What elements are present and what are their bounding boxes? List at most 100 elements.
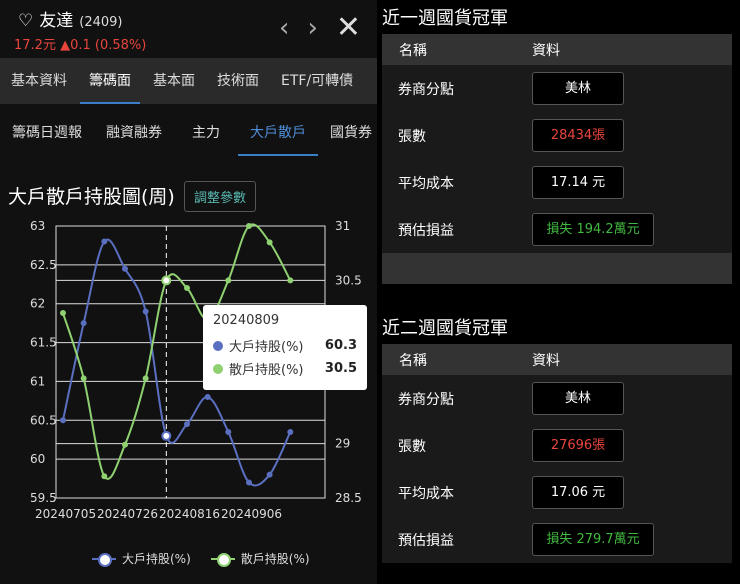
big-holders-point	[80, 320, 87, 327]
big-holders-point	[287, 428, 294, 435]
tab-basic-info[interactable]: 基本資料	[0, 58, 78, 104]
table-row: 平均成本 17.06 元	[382, 469, 732, 516]
row-label: 張數	[398, 128, 426, 145]
week1-title: 近一週國貨冠軍	[382, 8, 508, 29]
tab-fundamentals[interactable]: 基本面	[142, 58, 206, 104]
row-label: 預估損益	[398, 532, 454, 549]
big-holders-point	[142, 308, 149, 315]
col-name-header: 名稱	[399, 42, 427, 59]
subtab-weekly[interactable]: 籌碼日週報	[0, 110, 94, 156]
row-label: 券商分點	[398, 81, 454, 98]
chart-tooltip: 20240809 大戶持股(%) 60.3 散戶持股(%) 30.5	[203, 305, 367, 390]
sub-tabs: 籌碼日週報 融資融券 主力 大戶散戶 國貨券	[0, 110, 377, 156]
stock-name: 友達	[39, 11, 74, 31]
big-holders-point	[101, 238, 108, 245]
table-row: 預估損益 損失 279.7萬元	[382, 516, 732, 563]
heart-outline-icon[interactable]: ♡	[18, 11, 33, 31]
subtab-national[interactable]: 國貨券	[318, 110, 377, 156]
row-value: 17.14 元	[532, 166, 624, 199]
table-row: 張數 27696張	[382, 422, 732, 469]
tab-etf[interactable]: ETF/可轉債	[270, 58, 364, 104]
row-value: 美林	[532, 72, 624, 105]
big-holders-point	[183, 421, 190, 428]
x-tick-label: 20240726	[97, 507, 158, 521]
tooltip-date: 20240809	[213, 313, 280, 328]
y-left-tick-label: 61.5	[30, 336, 57, 350]
series-dot-icon	[213, 340, 223, 351]
legend-marker-icon	[92, 552, 116, 567]
legend-item-small-holders[interactable]: 散戶持股(%)	[210, 550, 310, 567]
small-holders-point	[60, 310, 66, 317]
tooltip-label: 散戶持股(%)	[229, 363, 304, 378]
small-holders-point	[142, 375, 149, 382]
table-row: 券商分點 美林	[382, 375, 732, 422]
small-holders-point	[287, 277, 294, 284]
small-holders-point	[183, 285, 190, 292]
header-controls: ‹ › ✕	[279, 10, 361, 45]
x-tick-label: 20240906	[221, 507, 282, 521]
tooltip-value: 30.5	[324, 361, 357, 376]
row-value: 損失 279.7萬元	[532, 523, 654, 556]
row-value: 美林	[532, 382, 624, 415]
right-panel: 近一週國貨冠軍 名稱 資料 券商分點 美林 張數 28434張 平均成本 17.…	[377, 0, 740, 584]
row-label: 券商分點	[398, 391, 454, 408]
small-holders-point	[121, 441, 128, 448]
y-left-tick-label: 61	[30, 374, 45, 388]
big-holders-point	[266, 471, 273, 478]
subtab-main-force[interactable]: 主力	[174, 110, 238, 156]
tooltip-row: 散戶持股(%) 30.5	[213, 357, 357, 380]
row-label: 平均成本	[398, 485, 454, 502]
row-label: 預估損益	[398, 222, 454, 239]
tooltip-label: 大戶持股(%)	[229, 340, 304, 355]
left-panel: ♡ 友達 (2409) 17.2元 ▲0.1 (0.58%) ‹ › ✕ 基本資…	[0, 0, 377, 584]
series-dot-icon	[213, 363, 223, 374]
chart-title: 大戶散戶持股圖(周)	[8, 186, 175, 208]
table-row: 張數 28434張	[382, 112, 732, 159]
small-holders-point	[266, 239, 273, 246]
small-holders-point	[225, 277, 232, 284]
row-value: 28434張	[532, 119, 624, 152]
legend-label: 大戶持股(%)	[122, 552, 191, 566]
small-holders-point	[80, 375, 87, 382]
small-holders-point	[101, 473, 108, 480]
stock-change: ▲0.1 (0.58%)	[60, 38, 147, 53]
adjust-params-button[interactable]: 調整參數	[184, 181, 257, 212]
y-right-tick-label: 29	[335, 437, 350, 451]
y-right-tick-label: 30.5	[335, 273, 362, 287]
row-value: 損失 194.2萬元	[532, 213, 654, 246]
y-left-tick-label: 62.5	[30, 258, 57, 272]
stock-price-line: 17.2元 ▲0.1 (0.58%)	[14, 34, 146, 53]
legend-marker-icon	[210, 552, 235, 567]
stock-title: ♡ 友達 (2409)	[18, 6, 122, 31]
table-row: 平均成本 17.14 元	[382, 159, 732, 206]
y-right-tick-label: 28.5	[335, 491, 362, 505]
table-header: 名稱 資料	[382, 344, 732, 375]
table-footer	[382, 253, 732, 284]
subtab-margin[interactable]: 融資融券	[94, 110, 174, 156]
main-tabs: 基本資料 籌碼面 基本面 技術面 ETF/可轉債	[0, 58, 377, 104]
big-holders-point	[204, 393, 211, 400]
week2-title: 近二週國貨冠軍	[382, 318, 508, 339]
subtab-big-small-holders[interactable]: 大戶散戶	[238, 110, 318, 156]
tooltip-value: 60.3	[324, 338, 357, 353]
y-left-tick-label: 60.5	[30, 413, 57, 427]
big-holders-point	[225, 428, 232, 435]
y-left-tick-label: 60	[30, 452, 45, 466]
close-icon[interactable]: ✕	[336, 10, 361, 45]
big-holders-point	[161, 430, 172, 441]
legend-label: 散戶持股(%)	[240, 552, 310, 566]
week1-table: 名稱 資料 券商分點 美林 張數 28434張 平均成本 17.14 元 預估損…	[382, 34, 732, 284]
chevron-left-icon[interactable]: ‹	[279, 13, 289, 43]
col-data-header: 資料	[532, 352, 560, 369]
stock-price: 17.2元	[14, 38, 56, 53]
x-tick-label: 20240816	[159, 507, 220, 521]
small-holders-point	[245, 223, 252, 229]
big-holders-point	[60, 417, 66, 424]
tab-chips[interactable]: 籌碼面	[78, 58, 142, 104]
col-name-header: 名稱	[399, 352, 427, 369]
chevron-right-icon[interactable]: ›	[307, 13, 317, 43]
legend-item-big-holders[interactable]: 大戶持股(%)	[92, 550, 191, 567]
small-holders-point	[161, 275, 172, 286]
row-value: 17.06 元	[532, 476, 624, 509]
tab-technical[interactable]: 技術面	[206, 58, 270, 104]
